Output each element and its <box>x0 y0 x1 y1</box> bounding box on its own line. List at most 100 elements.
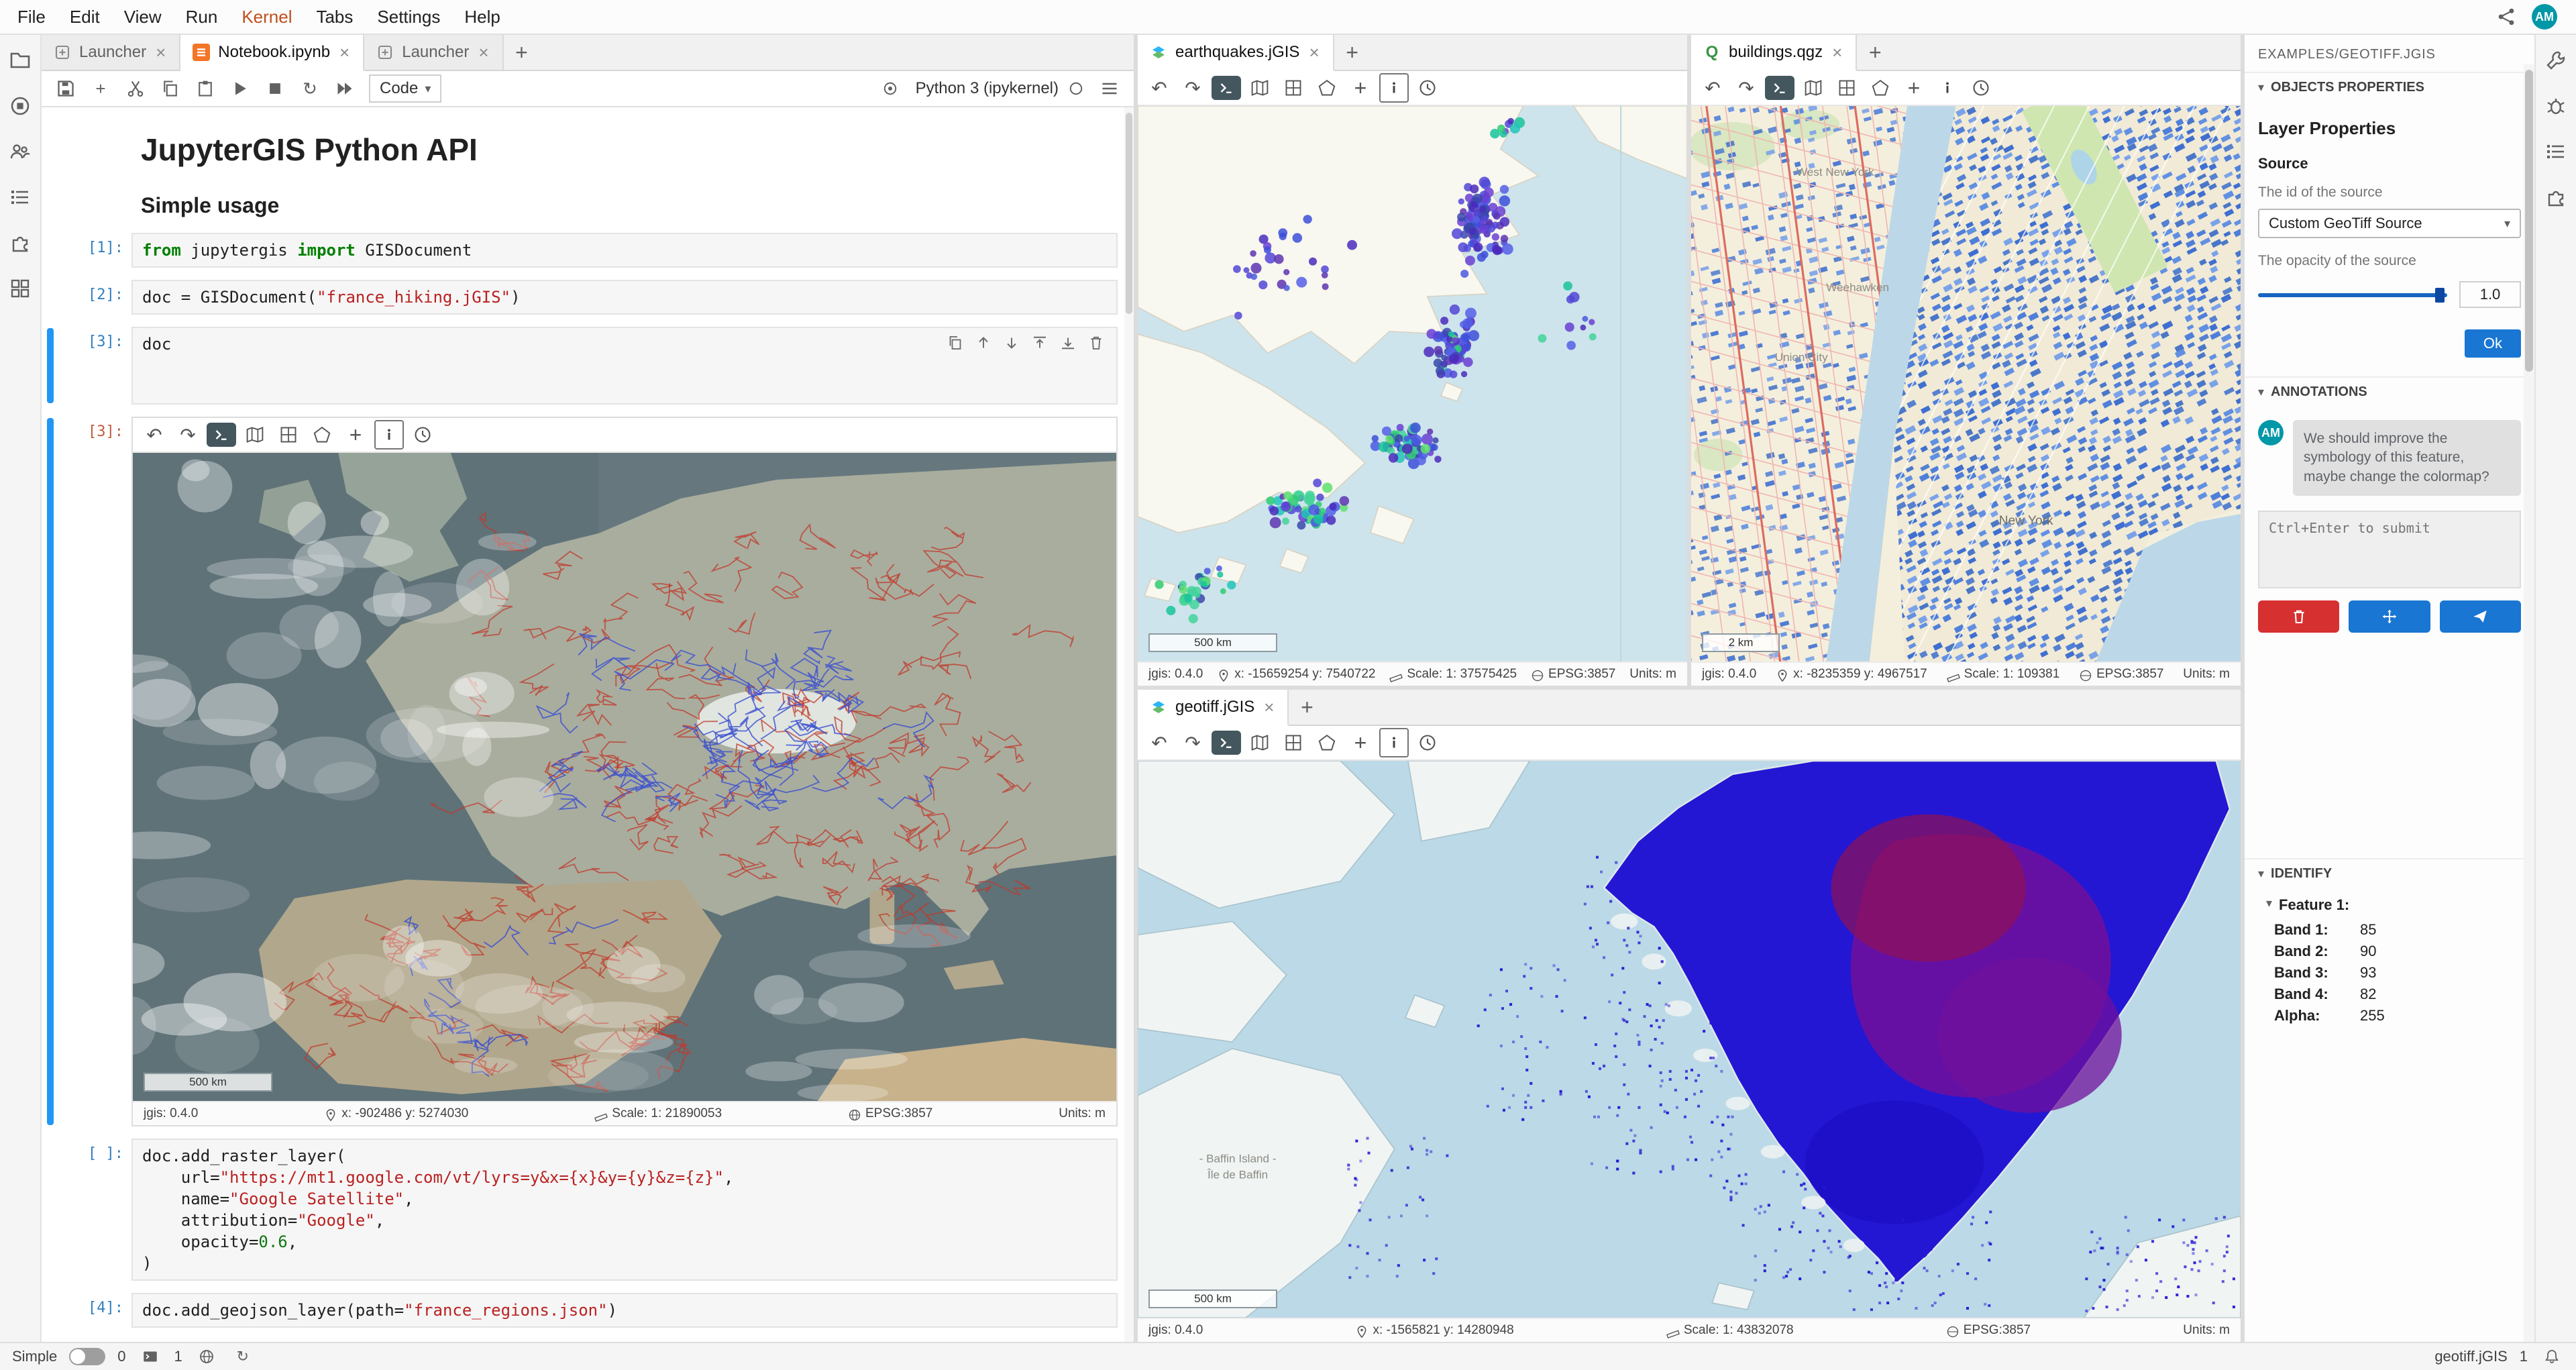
menu-run[interactable]: Run <box>174 0 230 34</box>
cell-collapser[interactable] <box>47 1140 54 1279</box>
markdown-cell-title[interactable]: JupyterGIS Python API <box>42 118 1118 173</box>
copy-icon[interactable] <box>154 74 186 103</box>
cell-collapser-active[interactable] <box>47 328 54 403</box>
annotation-reply-input[interactable] <box>2259 512 2520 587</box>
stop-icon[interactable] <box>259 74 291 103</box>
raster-grid-icon[interactable] <box>1279 73 1308 103</box>
earthquakes-map[interactable]: 500 km <box>1138 106 1687 662</box>
add-layer-icon[interactable]: + <box>1346 728 1375 757</box>
kernel-name[interactable]: Python 3 (ipykernel) <box>916 79 1059 98</box>
file-browser-icon[interactable] <box>8 48 32 72</box>
code-editor[interactable]: from jupytergis import GISDocument <box>131 233 1118 268</box>
code-editor[interactable]: doc.add_geojson_layer(path="france_regio… <box>131 1293 1118 1328</box>
menu-tabs[interactable]: Tabs <box>304 0 365 34</box>
simple-mode-toggle[interactable] <box>69 1348 105 1365</box>
restart-run-all-icon[interactable] <box>329 74 361 103</box>
terminals-count[interactable]: 0 <box>117 1348 125 1365</box>
source-select[interactable]: Custom GeoTiff Source ▾ <box>2258 209 2521 238</box>
opacity-value[interactable]: 1.0 <box>2459 281 2521 308</box>
center-annotation-button[interactable] <box>2349 600 2430 633</box>
undo-icon[interactable]: ↶ <box>140 420 169 450</box>
tab-earthquakes[interactable]: earthquakes.jGIS × <box>1138 35 1334 71</box>
menu-help[interactable]: Help <box>452 0 512 34</box>
cell-collapser[interactable] <box>47 234 54 266</box>
output-cell-3[interactable]: [3]: ↶ ↷ + <box>42 417 1118 1126</box>
save-icon[interactable] <box>50 74 82 103</box>
terminal-icon[interactable] <box>138 1345 162 1369</box>
add-layer-icon[interactable]: + <box>341 420 370 450</box>
output-collapser[interactable] <box>47 1341 54 1342</box>
code-cell-3[interactable]: [3]: doc <box>42 327 1118 405</box>
duplicate-cell-icon[interactable] <box>943 331 967 355</box>
basemap-icon[interactable] <box>1245 728 1275 757</box>
console-icon[interactable] <box>1765 76 1794 100</box>
move-down-icon[interactable] <box>1000 331 1024 355</box>
opacity-slider[interactable] <box>2258 285 2447 304</box>
cell-collapser[interactable] <box>47 119 54 172</box>
notebook-content[interactable]: JupyterGIS Python API Simple usage [1]: … <box>42 107 1134 1342</box>
share-icon[interactable] <box>2494 5 2518 29</box>
debugger-icon[interactable] <box>2544 94 2568 118</box>
new-tab-button[interactable]: + <box>1857 35 1893 70</box>
vector-polygon-icon[interactable] <box>1312 728 1342 757</box>
code-cell-4[interactable]: [4]: doc.add_geojson_layer(path="france_… <box>42 1293 1118 1328</box>
extensions-icon[interactable] <box>2544 185 2568 209</box>
new-tab-button[interactable]: + <box>1334 35 1371 70</box>
output-collapser-active[interactable] <box>47 418 54 1125</box>
close-icon[interactable]: × <box>477 44 490 61</box>
console-icon[interactable] <box>1212 731 1241 755</box>
close-icon[interactable]: × <box>1307 44 1320 61</box>
vector-polygon-icon[interactable] <box>1312 73 1342 103</box>
add-layer-icon[interactable]: + <box>1346 73 1375 103</box>
menu-file[interactable]: File <box>5 0 58 34</box>
undo-icon[interactable]: ↶ <box>1144 728 1174 757</box>
cell-type-select[interactable]: Code ▾ <box>369 74 441 103</box>
raster-grid-icon[interactable] <box>1832 73 1862 103</box>
toc-icon[interactable] <box>2544 140 2568 164</box>
undo-icon[interactable]: ↶ <box>1144 73 1174 103</box>
move-up-icon[interactable] <box>971 331 996 355</box>
geotiff-map[interactable]: - Baffin Island - Île de Baffin 500 km <box>1138 761 2241 1318</box>
menu-view[interactable]: View <box>112 0 174 34</box>
history-icon[interactable] <box>408 420 437 450</box>
panel-menu-icon[interactable] <box>1093 74 1126 103</box>
globe-icon[interactable] <box>195 1345 219 1369</box>
kernels-count[interactable]: 1 <box>174 1348 182 1365</box>
kernel-icon[interactable] <box>874 74 906 103</box>
refresh-icon[interactable]: ↻ <box>231 1345 255 1369</box>
new-tab-button[interactable]: + <box>1289 690 1325 725</box>
tab-launcher-2[interactable]: Launcher × <box>364 35 503 70</box>
identify-icon[interactable] <box>1933 73 1962 103</box>
code-cell-1[interactable]: [1]: from jupytergis import GISDocument <box>42 233 1118 268</box>
menu-edit[interactable]: Edit <box>58 0 112 34</box>
redo-icon[interactable]: ↷ <box>1178 728 1208 757</box>
cell-collapser[interactable] <box>47 1294 54 1326</box>
extensions-icon[interactable] <box>8 231 32 255</box>
raster-grid-icon[interactable] <box>274 420 303 450</box>
console-icon[interactable] <box>207 423 236 447</box>
delete-annotation-button[interactable] <box>2258 600 2339 633</box>
history-icon[interactable] <box>1413 728 1442 757</box>
notebook-scrollbar[interactable] <box>1124 107 1134 1342</box>
delete-cell-icon[interactable] <box>1084 331 1108 355</box>
property-inspector-icon[interactable] <box>2544 48 2568 72</box>
identify-icon[interactable] <box>374 420 404 450</box>
code-editor[interactable]: doc = GISDocument("france_hiking.jGIS") <box>131 280 1118 315</box>
redo-icon[interactable]: ↷ <box>1731 73 1761 103</box>
basemap-icon[interactable] <box>1245 73 1275 103</box>
code-cell-2[interactable]: [2]: doc = GISDocument("france_hiking.jG… <box>42 280 1118 315</box>
close-icon[interactable]: × <box>154 44 167 61</box>
collaboration-icon[interactable] <box>8 140 32 164</box>
running-sessions-icon[interactable] <box>8 94 32 118</box>
vector-polygon-icon[interactable] <box>307 420 337 450</box>
cell-collapser[interactable] <box>47 187 54 219</box>
sidebar-scrollbar[interactable] <box>2524 64 2534 1342</box>
tab-launcher-1[interactable]: Launcher × <box>42 35 180 70</box>
buildings-map[interactable]: West New York Weehawken Union City New Y… <box>1691 106 2241 662</box>
basemap-icon[interactable] <box>240 420 270 450</box>
tab-notebook[interactable]: Notebook.ipynb × <box>180 35 364 71</box>
annotations-header[interactable]: ▾ANNOTATIONS <box>2245 376 2534 407</box>
close-icon[interactable]: × <box>1263 698 1275 716</box>
code-editor[interactable]: doc <box>131 327 1118 405</box>
insert-below-icon[interactable] <box>1056 331 1080 355</box>
